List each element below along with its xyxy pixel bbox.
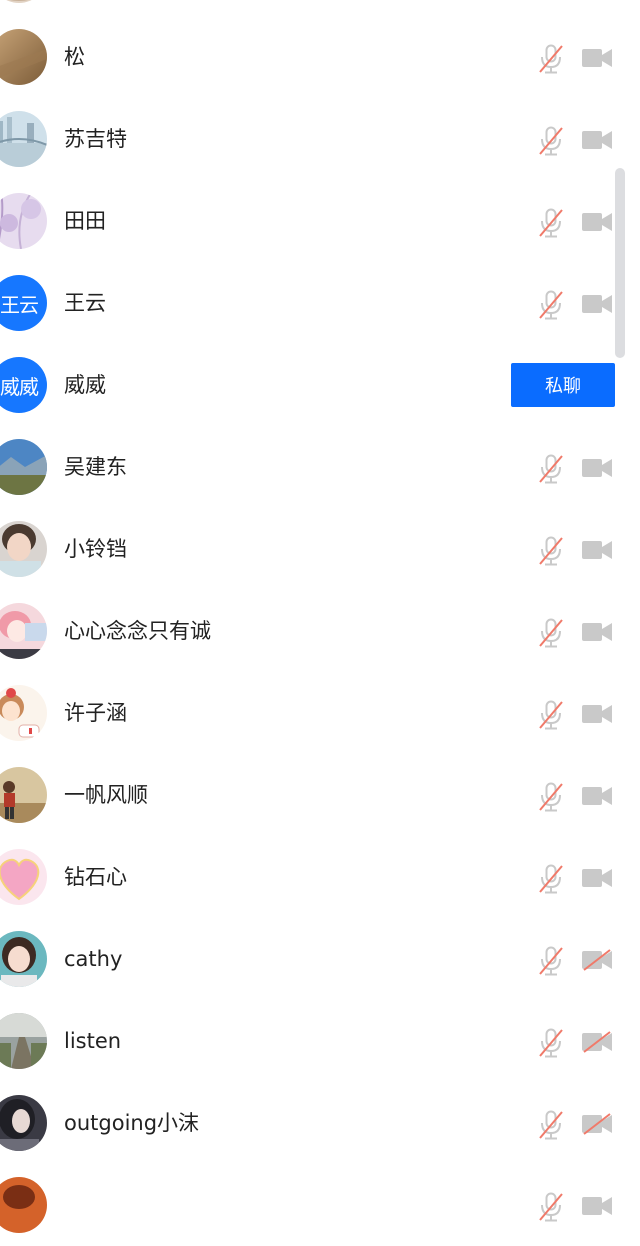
mic-muted-icon[interactable] [538,44,564,74]
avatar-image [0,1013,47,1069]
mic-muted-icon[interactable] [538,536,564,566]
mic-muted-icon[interactable] [538,864,564,894]
camera-icon[interactable] [581,1195,613,1217]
participant-name: 松 [64,45,85,69]
participant-row[interactable]: 钻石心 [0,836,628,918]
mic-muted-icon[interactable] [538,1110,564,1140]
participant-row[interactable] [0,1164,628,1246]
avatar-image [0,849,47,905]
avatar: 王云 [0,275,47,331]
avatar-image [0,1177,47,1233]
participant-row[interactable]: 吴建东 [0,426,628,508]
participant-row[interactable]: 威威 威威 私聊 [0,344,628,426]
avatar-image [0,767,47,823]
avatar: 威威 [0,357,47,413]
participant-row[interactable]: listen [0,1000,628,1082]
participant-name: 王云 [64,291,106,315]
mic-muted-icon[interactable] [538,290,564,320]
participant-row[interactable]: cathy [0,918,628,1000]
participant-row[interactable]: outgoing小沫 [0,1082,628,1164]
avatar-image [0,603,47,659]
avatar-image [0,111,47,167]
camera-icon[interactable] [581,457,613,479]
participant-row[interactable]: 小铃铛 [0,508,628,590]
participant-row[interactable]: 许子涵 [0,672,628,754]
avatar-image [0,439,47,495]
participant-name: 许子涵 [64,701,127,725]
avatar-image [0,0,47,3]
mic-muted-icon[interactable] [538,126,564,156]
participant-name: 一帆风顺 [64,783,148,807]
avatar-image [0,193,47,249]
participant-name: 苏吉特 [64,127,127,151]
participant-row[interactable]: 王云 王云 [0,262,628,344]
participant-name: cathy [64,947,123,971]
participant-row[interactable] [0,0,628,16]
participant-name: 心心念念只有诚 [64,619,211,643]
camera-icon[interactable] [581,539,613,561]
participant-name: 威威 [64,373,106,397]
camera-icon[interactable] [581,129,613,151]
mic-muted-icon[interactable] [538,1028,564,1058]
mic-muted-icon[interactable] [538,208,564,238]
participant-row[interactable]: 松 [0,16,628,98]
participant-row[interactable]: 田田 [0,180,628,262]
camera-icon[interactable] [581,293,613,315]
avatar-image [0,29,47,85]
mic-muted-icon[interactable] [538,618,564,648]
scrollbar[interactable] [615,168,625,358]
camera-disabled-icon[interactable] [581,1031,613,1053]
participant-name: listen [64,1029,122,1053]
avatar-image [0,1095,47,1151]
camera-icon[interactable] [581,785,613,807]
private-chat-button[interactable]: 私聊 [511,363,615,407]
camera-icon[interactable] [581,621,613,643]
camera-disabled-icon[interactable] [581,1113,613,1135]
participant-name: 田田 [64,209,106,233]
camera-icon[interactable] [581,867,613,889]
mic-muted-icon[interactable] [538,946,564,976]
mic-muted-icon[interactable] [538,454,564,484]
camera-icon[interactable] [581,703,613,725]
avatar-image [0,685,47,741]
participant-name: 吴建东 [64,455,127,479]
avatar-image [0,521,47,577]
participant-name: 钻石心 [64,865,127,889]
camera-icon[interactable] [581,211,613,233]
participant-name: outgoing小沫 [64,1111,200,1135]
mic-muted-icon[interactable] [538,782,564,812]
camera-disabled-icon[interactable] [581,949,613,971]
participant-name: 小铃铛 [64,537,127,561]
participant-row[interactable]: 心心念念只有诚 [0,590,628,672]
avatar-image [0,931,47,987]
mic-muted-icon[interactable] [538,1192,564,1222]
participant-list[interactable]: 松苏吉特田田王云 王云威威 威威 私聊吴建东小铃铛心心念念只有诚 许子涵一帆风顺钻石心 c… [0,0,640,1233]
participant-row[interactable]: 苏吉特 [0,98,628,180]
mic-muted-icon[interactable] [538,700,564,730]
camera-icon[interactable] [581,47,613,69]
participant-row[interactable]: 一帆风顺 [0,754,628,836]
